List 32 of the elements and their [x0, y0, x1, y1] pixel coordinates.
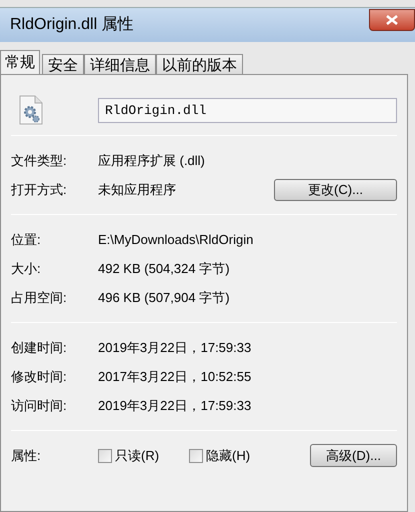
field-label: 修改时间:: [11, 368, 68, 386]
checkbox[interactable]: [189, 448, 204, 462]
close-icon: [386, 15, 398, 25]
close-button[interactable]: [369, 9, 415, 31]
field-value: 496 KB (507,904 字节): [98, 288, 231, 307]
field-label: 访问时间:: [11, 396, 68, 415]
change-button[interactable]: 更改(C)...: [274, 178, 397, 200]
checkbox[interactable]: [98, 448, 112, 462]
tab[interactable]: 安全: [42, 54, 84, 75]
checkbox-label: 只读(R): [115, 446, 160, 465]
field-label: 属性:: [11, 446, 42, 465]
window-title: RldOrigin.dll 属性: [10, 15, 134, 35]
advanced-button[interactable]: 高级(D)...: [310, 444, 397, 467]
field-value: 应用程序扩展 (.dll): [98, 152, 206, 170]
field-value: 2019年3月22日，17:59:33: [98, 338, 252, 357]
tab[interactable]: 常规: [0, 50, 40, 75]
field-label: 大小:: [11, 260, 42, 278]
tab[interactable]: 以前的版本: [156, 54, 243, 75]
field-label: 位置:: [11, 230, 42, 249]
field-value: 492 KB (504,324 字节): [98, 260, 231, 278]
field-label: 占用空间:: [11, 288, 68, 307]
checkbox-label: 隐藏(H): [206, 446, 250, 465]
tab[interactable]: 详细信息: [84, 54, 156, 75]
field-value: E:\MyDownloads\RldOrigin: [98, 230, 254, 249]
file-gear-icon: [19, 95, 43, 125]
field-label: 创建时间:: [11, 338, 68, 357]
field-value: 未知应用程序: [98, 180, 177, 199]
field-value: 2017年3月22日，10:52:55: [98, 368, 252, 386]
field-value: 2019年3月22日，17:59:33: [98, 396, 252, 415]
field-label: 文件类型:: [11, 152, 68, 170]
file-name-field[interactable]: RldOrigin.dll: [98, 98, 397, 122]
field-label: 打开方式:: [11, 180, 68, 199]
